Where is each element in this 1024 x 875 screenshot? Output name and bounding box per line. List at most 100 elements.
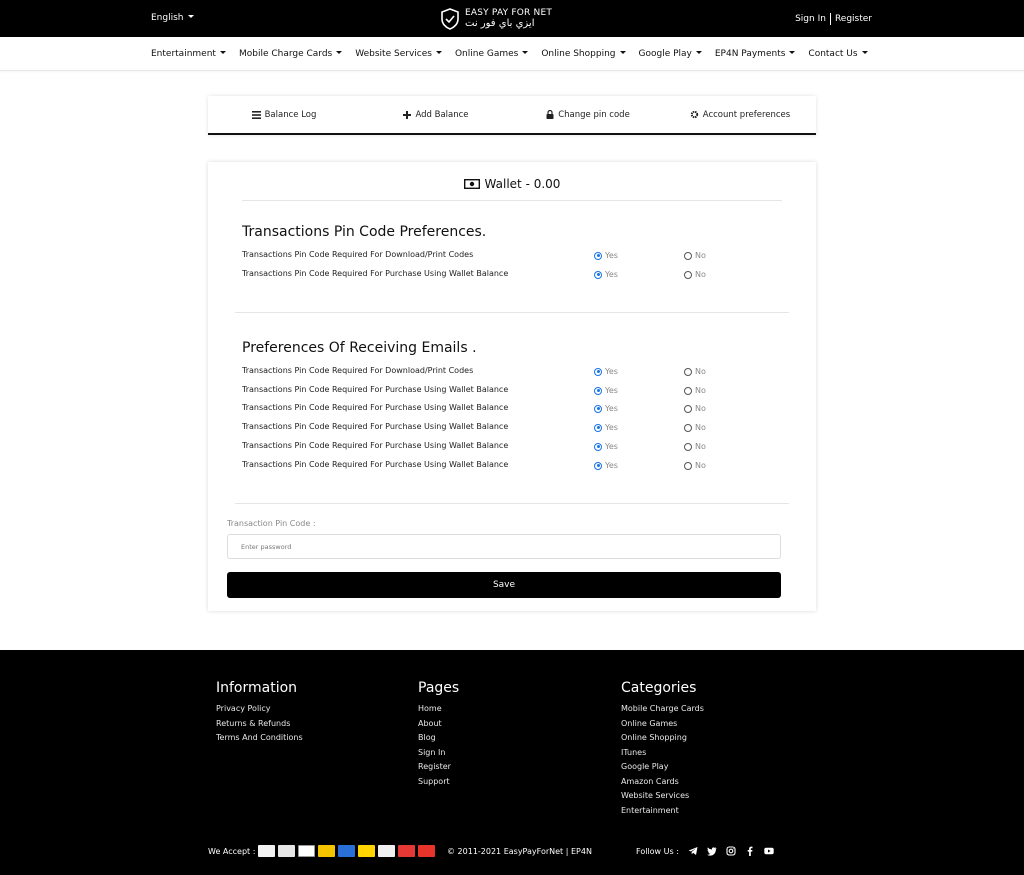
telegram-icon[interactable] — [688, 846, 698, 856]
email-pref-row: Transactions Pin Code Required For Purch… — [242, 460, 742, 474]
nav-ep4n-payments[interactable]: EP4N Payments — [715, 49, 796, 59]
no-label: No — [695, 367, 706, 376]
no-radio[interactable]: No — [684, 270, 706, 279]
language-dropdown[interactable]: English — [151, 13, 194, 23]
facebook-icon[interactable] — [745, 846, 755, 856]
nav-online-shopping[interactable]: Online Shopping — [541, 49, 626, 59]
twitter-icon[interactable] — [706, 846, 717, 856]
pref-label: Transactions Pin Code Required For Downl… — [242, 366, 474, 375]
main-nav: Entertainment Mobile Charge Cards Websit… — [0, 37, 1024, 71]
footer-link[interactable]: Google Play — [621, 760, 704, 775]
nav-website-services[interactable]: Website Services — [355, 49, 442, 59]
pref-label: Transactions Pin Code Required For Purch… — [242, 441, 509, 450]
language-label: English — [151, 13, 184, 23]
footer-link[interactable]: Support — [418, 775, 459, 790]
no-radio[interactable]: No — [684, 404, 706, 413]
footer-link[interactable]: About — [418, 717, 459, 732]
tab-add-balance[interactable]: Add Balance — [360, 96, 512, 133]
tab-change-pin-code[interactable]: Change pin code — [512, 96, 664, 133]
footer-information: Information Privacy Policy Returns & Ref… — [216, 680, 303, 746]
pref-label: Transactions Pin Code Required For Purch… — [242, 269, 509, 278]
no-label: No — [695, 270, 706, 279]
auth-divider — [829, 13, 831, 25]
save-button[interactable]: Save — [227, 572, 781, 598]
nav-entertainment[interactable]: Entertainment — [151, 49, 226, 59]
pref-label: Transactions Pin Code Required For Purch… — [242, 422, 509, 431]
footer-link[interactable]: Privacy Policy — [216, 702, 303, 717]
logo-text-en: EASY PAY FOR NET — [465, 8, 553, 18]
email-pref-row: Transactions Pin Code Required For Downl… — [242, 366, 742, 380]
yes-radio[interactable]: Yes — [594, 404, 618, 413]
pin-section-title: Transactions Pin Code Preferences. — [242, 224, 487, 240]
no-radio[interactable]: No — [684, 251, 706, 260]
nav-label: EP4N Payments — [714, 49, 786, 59]
payment-logo-icon — [338, 845, 356, 857]
no-radio[interactable]: No — [684, 423, 706, 432]
footer-categories: Categories Mobile Charge Cards Online Ga… — [621, 680, 704, 818]
divider — [235, 312, 789, 313]
footer-link[interactable]: Online Shopping — [621, 731, 704, 746]
no-radio[interactable]: No — [684, 442, 706, 451]
radio-empty-icon — [684, 461, 692, 470]
divider — [242, 200, 782, 201]
yes-radio[interactable]: Yes — [594, 386, 618, 395]
tab-balance-log[interactable]: Balance Log — [208, 96, 360, 133]
footer-link[interactable]: Entertainment — [621, 804, 704, 819]
nav-mobile-charge-cards[interactable]: Mobile Charge Cards — [239, 49, 343, 59]
yes-radio[interactable]: Yes — [594, 270, 618, 279]
radio-selected-icon — [594, 404, 602, 413]
tab-label: Balance Log — [264, 109, 317, 120]
tab-label: Add Balance — [415, 109, 469, 120]
footer-link[interactable]: ITunes — [621, 746, 704, 761]
footer-link[interactable]: Register — [418, 760, 459, 775]
yes-radio[interactable]: Yes — [594, 367, 618, 376]
site-logo[interactable]: EASY PAY FOR NET ايزي باي فور نت — [440, 6, 552, 32]
yes-radio[interactable]: Yes — [594, 423, 618, 432]
register-link[interactable]: Register — [835, 14, 872, 24]
tab-account-preferences[interactable]: Account preferences — [664, 96, 816, 133]
footer-link[interactable]: Online Games — [621, 717, 704, 732]
no-radio[interactable]: No — [684, 461, 706, 470]
chevron-down-icon — [861, 51, 868, 54]
no-radio[interactable]: No — [684, 367, 706, 376]
footer-link[interactable]: Home — [418, 702, 459, 717]
radio-empty-icon — [684, 251, 692, 260]
nav-online-games[interactable]: Online Games — [455, 49, 529, 59]
social-links: Follow Us : — [636, 846, 774, 856]
yes-radio[interactable]: Yes — [594, 442, 618, 451]
preferences-card: Wallet - 0.00 Transactions Pin Code Pref… — [208, 162, 816, 611]
radio-selected-icon — [594, 270, 602, 279]
radio-selected-icon — [594, 367, 602, 376]
copyright: © 2011-2021 EasyPayForNet | EP4N — [447, 847, 592, 856]
footer-link[interactable]: Mobile Charge Cards — [621, 702, 704, 717]
nav-label: Online Shopping — [541, 49, 616, 59]
payment-logo-icon — [398, 845, 416, 857]
instagram-icon[interactable] — [726, 846, 736, 856]
yes-label: Yes — [605, 442, 618, 451]
footer-link[interactable]: Blog — [418, 731, 459, 746]
logo-text-ar: ايزي باي فور نت — [465, 18, 535, 29]
yes-radio[interactable]: Yes — [594, 251, 618, 260]
pin-code-input[interactable] — [227, 534, 781, 559]
footer-link[interactable]: Sign In — [418, 746, 459, 761]
vodafone-logo-icon — [418, 845, 436, 857]
wallet-label: Wallet - 0.00 — [484, 177, 561, 191]
footer-link[interactable]: Returns & Refunds — [216, 717, 303, 732]
email-section-title: Preferences Of Receiving Emails . — [242, 340, 477, 356]
footer-link[interactable]: Amazon Cards — [621, 775, 704, 790]
no-radio[interactable]: No — [684, 386, 706, 395]
sign-in-link[interactable]: Sign In — [795, 14, 826, 24]
nav-contact-us[interactable]: Contact Us — [808, 49, 868, 59]
radio-selected-icon — [594, 386, 602, 395]
bank-logo-icon — [278, 845, 296, 857]
yes-radio[interactable]: Yes — [594, 461, 618, 470]
radio-selected-icon — [594, 461, 602, 470]
nav-google-play[interactable]: Google Play — [639, 49, 702, 59]
yes-label: Yes — [605, 251, 618, 260]
footer: Information Privacy Policy Returns & Ref… — [0, 650, 1024, 875]
footer-link[interactable]: Website Services — [621, 789, 704, 804]
no-label: No — [695, 251, 706, 260]
youtube-icon[interactable] — [764, 846, 774, 856]
nav-label: Google Play — [638, 49, 692, 59]
footer-link[interactable]: Terms And Conditions — [216, 731, 303, 746]
